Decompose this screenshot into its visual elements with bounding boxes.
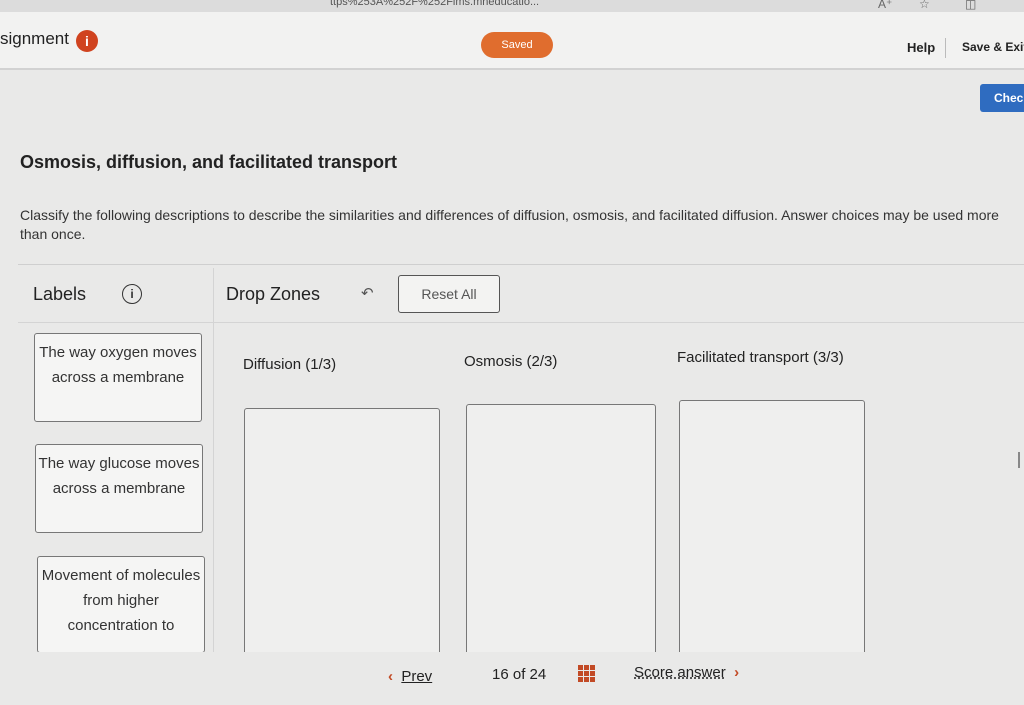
page-indicator: 16 of 24 <box>492 666 546 683</box>
split-screen-icon[interactable]: ◫ <box>965 0 976 11</box>
facilitated-transport-zone-label: Facilitated transport (3/3) <box>677 349 844 366</box>
page-current: 16 <box>492 666 509 683</box>
saved-status-badge: Saved <box>481 32 553 58</box>
osmosis-zone-label: Osmosis (2/3) <box>464 353 558 370</box>
favorite-star-icon[interactable]: ☆ <box>919 0 930 11</box>
undo-icon[interactable]: ↶ <box>361 284 374 302</box>
labels-info-icon[interactable]: i <box>122 284 142 304</box>
assignment-info-icon[interactable]: i <box>76 30 98 52</box>
scroll-edge-mark <box>1018 452 1020 468</box>
read-aloud-icon[interactable]: A⁺ <box>878 0 892 11</box>
question-instructions: Classify the following descriptions to d… <box>20 207 999 242</box>
app-header: signment i Saved Help Save & Exit <box>0 12 1024 70</box>
page-of: of <box>512 666 526 683</box>
check-button[interactable]: Check <box>980 84 1024 112</box>
url-text[interactable]: ttps%253A%252F%252Fims.mheducatio... <box>330 0 539 8</box>
prev-button[interactable]: ‹ Prev <box>388 668 432 685</box>
question-grid-icon[interactable] <box>578 665 595 682</box>
facilitated-transport-drop-zone[interactable] <box>679 400 865 658</box>
page-total: 24 <box>529 666 547 683</box>
reset-all-button[interactable]: Reset All <box>398 275 500 313</box>
label-card[interactable]: The way oxygen moves across a membrane <box>34 333 202 422</box>
prev-label: Prev <box>401 668 433 685</box>
chevron-left-icon: ‹ <box>388 668 393 685</box>
help-button[interactable]: Help <box>907 40 935 55</box>
panel-header-line <box>18 322 1024 323</box>
question-title: Osmosis, diffusion, and facilitated tran… <box>20 152 398 172</box>
score-answer-button[interactable]: Score answer › <box>634 664 739 681</box>
drop-zones-heading: Drop Zones <box>226 284 321 304</box>
diffusion-zone-label: Diffusion (1/3) <box>243 356 337 373</box>
score-answer-label: Score answer <box>634 664 726 681</box>
labels-heading: Labels <box>33 284 87 304</box>
header-divider <box>945 38 946 58</box>
osmosis-drop-zone[interactable] <box>466 404 656 658</box>
label-card[interactable]: Movement of molecules from higher concen… <box>37 556 205 653</box>
diffusion-drop-zone[interactable] <box>244 408 440 658</box>
assignment-label: signment <box>0 29 69 48</box>
label-card[interactable]: The way glucose moves across a membrane <box>35 444 203 533</box>
browser-address-strip: ttps%253A%252F%252Fims.mheducatio... A⁺ … <box>0 0 1024 12</box>
chevron-right-icon: › <box>734 664 740 681</box>
panel-divider <box>213 268 214 696</box>
save-exit-button[interactable]: Save & Exit <box>962 40 1024 54</box>
